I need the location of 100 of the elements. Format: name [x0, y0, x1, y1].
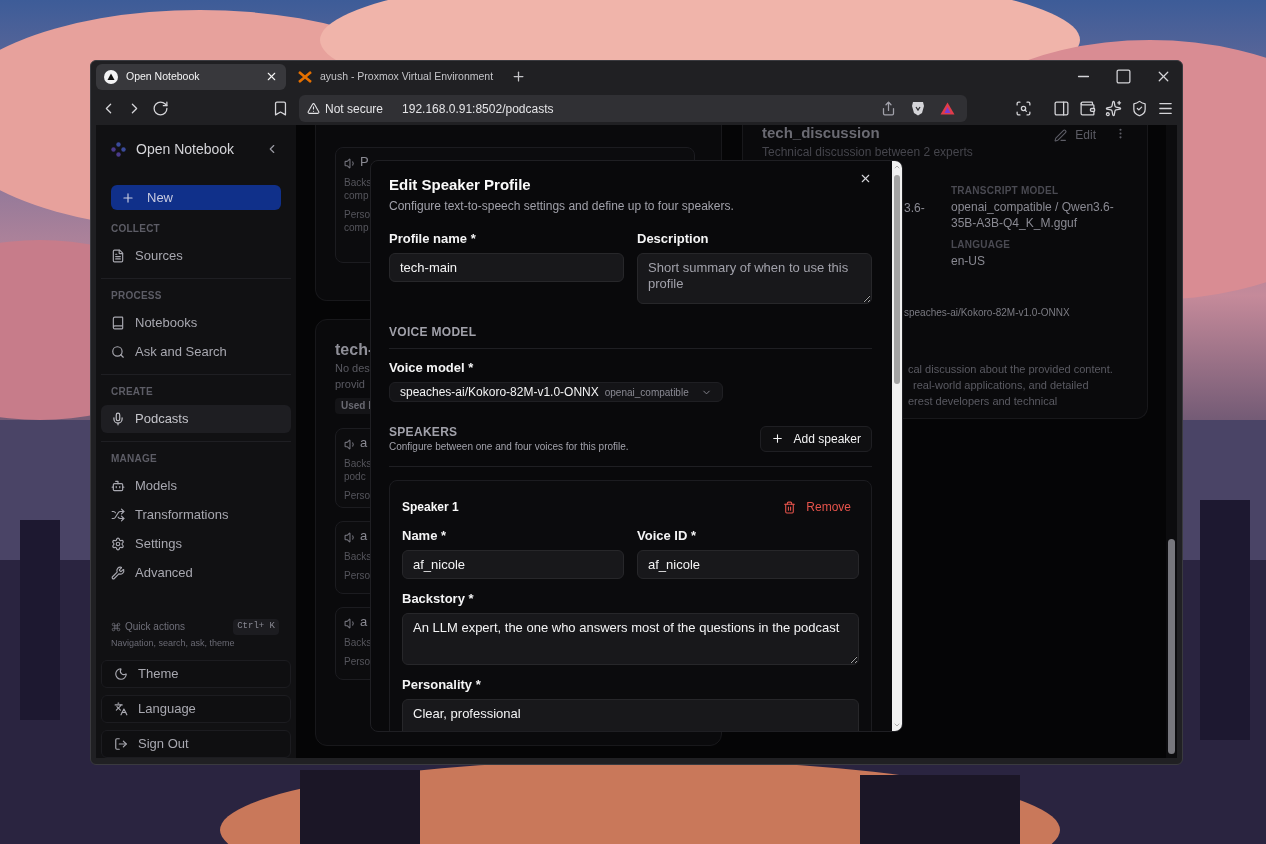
- episode-title: tech_discussion: [762, 125, 880, 141]
- footer-button[interactable]: Language: [101, 695, 291, 723]
- reload-button[interactable]: [151, 100, 169, 117]
- field-label: Backstory *: [402, 591, 475, 607]
- close-icon[interactable]: [859, 172, 872, 185]
- vpn-shield-button[interactable]: [1130, 100, 1148, 117]
- text-field[interactable]: af_nicole: [402, 550, 624, 579]
- microphone-icon: [111, 412, 125, 426]
- backstory-text: Backs: [344, 176, 372, 189]
- speaker-name: P: [360, 153, 369, 171]
- episode-subtitle: Technical discussion between 2 experts: [762, 144, 973, 160]
- footer-button[interactable]: Theme: [101, 660, 291, 688]
- url-text: 192.168.0.91:8502/podcasts: [402, 100, 555, 118]
- briefing-text: real-world applications, and detailed: [912, 378, 1089, 393]
- field-label: TRANSCRIPT MODEL: [951, 184, 1059, 198]
- new-tab-icon[interactable]: [511, 69, 527, 84]
- speaker-name: a: [360, 434, 368, 452]
- new-button[interactable]: New: [111, 185, 281, 210]
- document-icon: [111, 249, 125, 263]
- backstory-text: podc: [344, 470, 366, 483]
- profile-description: provid: [335, 377, 365, 392]
- robot-icon: [111, 479, 125, 493]
- dialog-title: Edit Speaker Profile: [389, 175, 532, 195]
- security-label: Not secure: [325, 100, 384, 118]
- maximize-button[interactable]: [1114, 68, 1132, 85]
- speaker-icon: [344, 156, 357, 170]
- lion-shield-icon[interactable]: [911, 101, 925, 116]
- logout-icon: [114, 737, 128, 751]
- backstory-text: Backs: [344, 550, 372, 563]
- voice-model-select[interactable]: speaches-ai/Kokoro-82M-v1.0-ONNX openai_compatible: [389, 382, 723, 402]
- nav-item[interactable]: Settings: [101, 530, 291, 558]
- briefing-text: cal discussion about the provided content.: [908, 362, 1113, 377]
- sidebar-toggle-button[interactable]: [1052, 100, 1070, 117]
- settings-icon: [111, 537, 125, 551]
- personality-text: Perso: [344, 569, 371, 582]
- scrollbar[interactable]: [1166, 125, 1177, 758]
- voice-model-text: speaches-ai/Kokoro-82M-v1.0-ONNX: [904, 307, 1070, 318]
- personality-text: Perso: [344, 208, 371, 221]
- nav-item[interactable]: Models: [101, 472, 291, 500]
- profile-description: No des: [335, 361, 370, 376]
- briefing-text: erest developers and technical: [908, 394, 1058, 409]
- nav-item[interactable]: Advanced: [101, 559, 291, 587]
- quick-actions-label: Quick actions: [125, 620, 187, 635]
- wallet-button[interactable]: [1078, 100, 1096, 117]
- text-area[interactable]: An LLM expert, the one who answers most of the questions in the podcast: [402, 613, 859, 665]
- command-icon: [111, 621, 121, 632]
- dots-logo-icon: [111, 141, 126, 157]
- backstory-text: comp: [344, 189, 369, 202]
- trash-icon: [783, 500, 797, 514]
- section-heading: MANAGE: [110, 452, 158, 466]
- shortcut-key: Ctrl+ K: [233, 619, 279, 635]
- add-speaker-button[interactable]: Add speaker: [759, 425, 872, 452]
- plus-icon: [770, 432, 784, 445]
- profile-title: tech-: [335, 340, 374, 360]
- close-tab-icon[interactable]: [265, 70, 278, 83]
- language-value: en-US: [951, 253, 985, 269]
- speaker-name: a: [360, 527, 368, 545]
- pencil-icon: [1054, 128, 1068, 142]
- personality-text: Perso: [344, 489, 371, 502]
- field-label: Name *: [402, 528, 448, 544]
- section-heading: SPEAKERS: [389, 424, 459, 440]
- speaker-icon: [344, 530, 357, 544]
- warning-icon: [307, 102, 320, 115]
- text-area[interactable]: Clear, professional: [402, 699, 859, 731]
- field-label: Description: [637, 231, 710, 247]
- share-icon[interactable]: [881, 101, 896, 116]
- remove-button[interactable]: Remove: [783, 498, 851, 516]
- section-heading: CREATE: [110, 385, 154, 399]
- model-text: 3.6-: [904, 200, 926, 216]
- text-field[interactable]: af_nicole: [637, 550, 859, 579]
- field-label: LANGUAGE: [951, 238, 1011, 252]
- text-field[interactable]: tech-main: [389, 253, 624, 282]
- nav-item[interactable]: Ask and Search: [101, 338, 291, 366]
- section-hint: Configure between one and four voices for this profile.: [389, 440, 630, 453]
- transcript-model: openai_compatible / Qwen3.6-35B-A3B-Q4_K_M.gguf: [951, 199, 1115, 231]
- triangle-logo-icon: [104, 69, 118, 84]
- menu-button[interactable]: [1156, 100, 1174, 117]
- nav-item[interactable]: Podcasts: [101, 405, 291, 433]
- nav-item[interactable]: Transformations: [101, 501, 291, 529]
- footer-button[interactable]: Sign Out: [101, 730, 291, 758]
- sparkle-button[interactable]: [1104, 100, 1122, 117]
- nav-item[interactable]: Sources: [101, 242, 291, 270]
- speaker-icon: [344, 616, 357, 630]
- address-field[interactable]: Not secure 192.168.0.91:8502/podcasts: [299, 95, 967, 122]
- field-label: Voice ID *: [637, 528, 697, 544]
- speaker-name: a: [360, 613, 368, 631]
- screenshot-button[interactable]: [1014, 100, 1032, 117]
- x-logo-icon: [298, 70, 312, 83]
- speaker-icon: [344, 437, 357, 451]
- dialog-subtitle: Configure text-to-speech settings and define up to four speakers.: [389, 198, 735, 214]
- nav-item[interactable]: Notebooks: [101, 309, 291, 337]
- quick-actions-hint: Navigation, search, ask, theme: [110, 636, 236, 650]
- text-area[interactable]: Short summary of when to use this profile: [637, 253, 872, 304]
- browser-tab[interactable]: Open Notebook: [96, 63, 286, 90]
- browser-tab[interactable]: ayush - Proxmox Virtual Environment: [290, 63, 502, 90]
- app-name: Open Notebook: [136, 139, 236, 159]
- section-heading: VOICE MODEL: [389, 324, 872, 349]
- field-label: Voice model *: [389, 360, 475, 376]
- triangle-icon[interactable]: [940, 102, 955, 115]
- moon-icon: [114, 667, 128, 681]
